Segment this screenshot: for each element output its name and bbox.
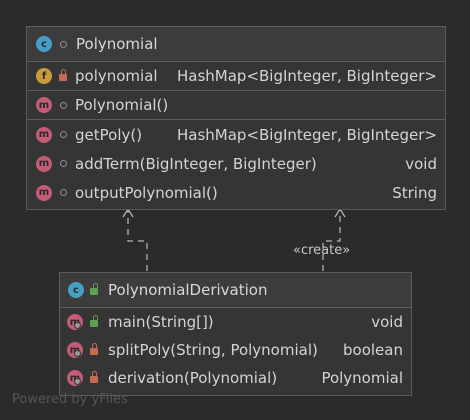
private-lock-icon xyxy=(90,371,98,383)
method-icon: m xyxy=(36,97,52,113)
method-row[interactable]: m outputPolynomial() String xyxy=(27,178,445,207)
public-unlock-icon xyxy=(90,283,98,295)
private-lock-icon xyxy=(59,69,67,81)
public-icon xyxy=(60,40,67,48)
method-name: derivation(Polynomial) xyxy=(108,369,278,387)
create-label: «create» xyxy=(293,243,351,258)
polynomial-derivation-class-box[interactable]: c PolynomialDerivation m main(String[]) … xyxy=(59,272,412,396)
field-icon: f xyxy=(36,68,52,84)
method-row[interactable]: m main(String[]) void xyxy=(60,308,411,336)
field-type: HashMap<BigInteger, BigInteger> xyxy=(177,67,437,85)
public-icon xyxy=(60,160,67,167)
method-name: addTerm(BigInteger, BigInteger) xyxy=(75,154,317,173)
method-row[interactable]: m addTerm(BigInteger, BigInteger) void xyxy=(27,149,445,178)
methods-section: m getPoly() HashMap<BigInteger, BigInteg… xyxy=(27,120,445,207)
fields-section: f polynomial HashMap<BigInteger, BigInte… xyxy=(27,62,445,91)
methods-section: m main(String[]) void m splitPoly(String… xyxy=(60,308,411,392)
create-arrow xyxy=(322,210,341,271)
public-icon xyxy=(60,189,67,196)
constructor-row[interactable]: m Polynomial() xyxy=(27,91,445,119)
method-return-type: String xyxy=(392,183,437,202)
method-name: splitPoly(String, Polynomial) xyxy=(108,341,318,359)
public-icon xyxy=(60,101,67,109)
method-name: main(String[]) xyxy=(108,313,214,331)
field-row[interactable]: f polynomial HashMap<BigInteger, BigInte… xyxy=(27,62,445,90)
class-name: PolynomialDerivation xyxy=(108,281,268,299)
method-icon: m xyxy=(36,184,52,201)
class-header: c Polynomial xyxy=(27,27,445,62)
method-icon: m xyxy=(36,126,52,143)
static-marker-icon xyxy=(74,378,81,385)
constructors-section: m Polynomial() xyxy=(27,91,445,120)
method-row[interactable]: m derivation(Polynomial) Polynomial xyxy=(60,364,411,392)
class-name: Polynomial xyxy=(76,35,158,53)
method-name: getPoly() xyxy=(75,125,143,144)
static-marker-icon xyxy=(74,350,81,357)
method-row[interactable]: m getPoly() HashMap<BigInteger, BigInteg… xyxy=(27,120,445,149)
method-return-type: Polynomial xyxy=(321,369,403,387)
method-return-type: void xyxy=(405,154,437,173)
class-header: c PolynomialDerivation xyxy=(60,273,411,308)
class-icon: c xyxy=(68,282,84,298)
private-lock-icon xyxy=(90,343,98,355)
public-unlock-icon xyxy=(90,315,98,327)
static-marker-icon xyxy=(74,322,81,329)
public-icon xyxy=(60,131,67,138)
class-icon: c xyxy=(36,36,52,52)
method-name: outputPolynomial() xyxy=(75,183,218,202)
method-return-type: boolean xyxy=(343,341,403,359)
method-icon: m xyxy=(36,155,52,172)
dependency-arrow xyxy=(127,210,148,271)
polynomial-class-box[interactable]: c Polynomial f polynomial HashMap<BigInt… xyxy=(26,26,446,210)
method-return-type: HashMap<BigInteger, BigInteger> xyxy=(177,125,437,144)
method-row[interactable]: m splitPoly(String, Polynomial) boolean xyxy=(60,336,411,364)
method-return-type: void xyxy=(371,313,403,331)
field-name: polynomial xyxy=(75,67,158,85)
footer-watermark: Powered by yFiles xyxy=(12,392,128,407)
constructor-name: Polynomial() xyxy=(75,96,169,114)
